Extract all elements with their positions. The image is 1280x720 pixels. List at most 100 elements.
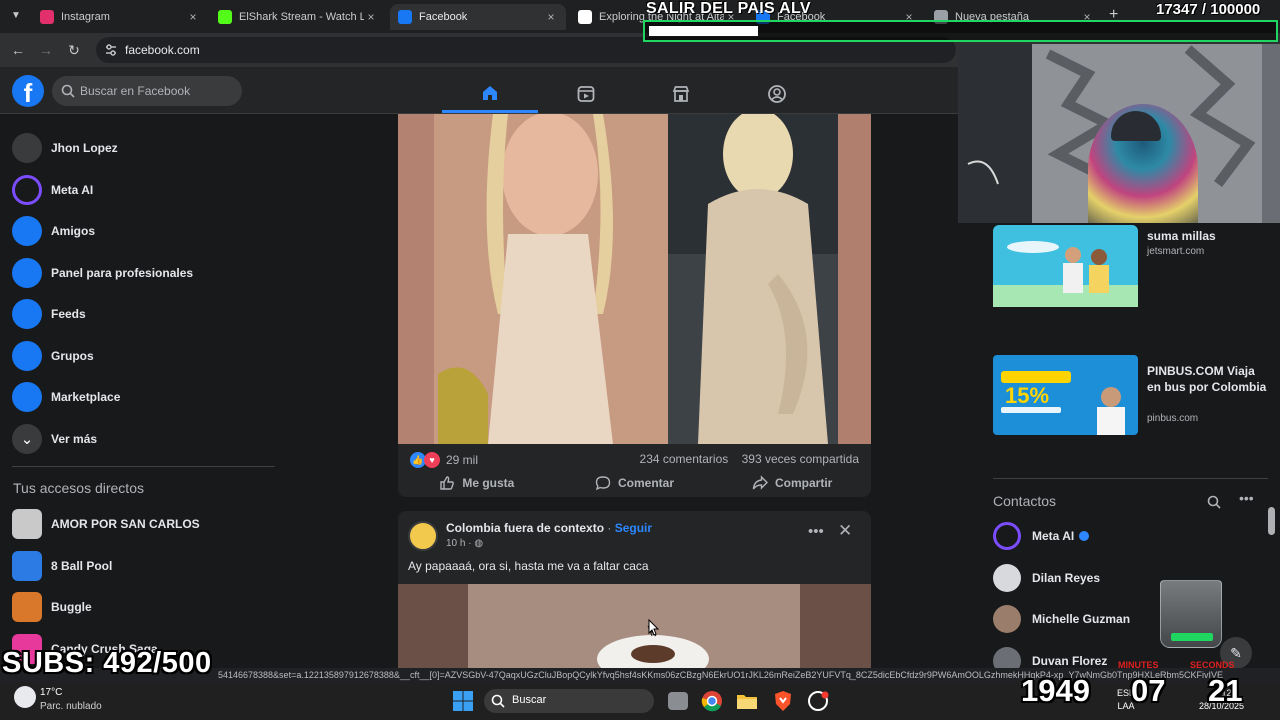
sidebar-item[interactable]: Feeds [0,294,290,334]
facebook-logo[interactable]: f [12,75,44,108]
sidebar-item[interactable]: ⌄ Ver más [0,419,290,459]
reaction-count: 29 mil [446,453,479,467]
browser-tab[interactable]: Facebook × [390,4,566,30]
search-icon [491,694,505,708]
video-icon [577,86,595,102]
shortcut-label: Buggle [51,600,92,614]
back-button[interactable]: ← [9,41,27,59]
search-placeholder: Buscar en Facebook [80,84,191,98]
contact-avatar [993,605,1021,633]
follow-button[interactable]: Seguir [615,521,652,535]
shortcut-icon [12,550,42,581]
tab-search-button[interactable]: ▼ [6,6,26,26]
nav-marketplace[interactable] [633,75,729,113]
scrollbar-thumb[interactable] [1268,507,1275,535]
comment-button[interactable]: Comentar [556,472,714,494]
nav-profile[interactable] [729,75,825,113]
groups-icon [12,340,42,371]
page-avatar[interactable] [408,521,438,551]
tab-label: Instagram [61,11,110,23]
profile-icon [768,85,786,103]
brave-icon[interactable] [772,690,794,712]
forward-button[interactable]: → [37,41,55,59]
shortcuts-heading: Tus accesos directos [13,480,144,496]
shortcut-item[interactable]: 8 Ball Pool [0,546,290,586]
contacts-heading: Contactos [993,493,1057,509]
site-settings-icon[interactable] [104,43,118,57]
sidebar-item[interactable]: Meta AI [0,170,290,210]
windows-start-icon[interactable] [452,690,474,712]
author-separator: · [604,521,615,535]
close-post-button[interactable]: ✕ [838,521,852,541]
contact-item[interactable]: Dilan Reyes [993,560,1100,596]
taskbar-search-label: Buscar [512,694,547,706]
taskbar-search[interactable]: Buscar [484,689,654,713]
post-author[interactable]: Colombia fuera de contexto [446,521,604,535]
comment-icon [595,476,611,491]
post-image[interactable] [398,584,871,671]
sidebar-item-label: Ver más [51,431,98,446]
home-icon [483,85,497,100]
search-icon[interactable] [1207,495,1221,509]
weather-icon[interactable] [14,686,36,708]
sponsored-ad[interactable]: 15% PINBUS.COM Viaja en bus por Colombia… [993,355,1280,439]
ad-banner-text: 15% [1005,383,1049,408]
weather-temperature[interactable]: 17°C [40,687,62,698]
feed-post: 👍 ♥ 29 mil 234 comentarios 393 veces com… [398,114,871,497]
contact-name: Duvan Florez [1032,653,1108,668]
sidebar-item[interactable]: Amigos [0,211,290,251]
reaction-summary[interactable]: 👍 ♥ 29 mil [410,451,478,469]
like-button[interactable]: Me gusta [398,472,556,494]
ad-image[interactable]: 15% [993,355,1138,437]
close-tab-icon[interactable]: × [544,10,558,24]
globe-icon: ◍ [474,538,484,549]
shortcut-item[interactable]: AMOR POR SAN CARLOS [0,504,290,544]
weather-condition[interactable]: Parc. nublado [40,701,102,712]
tab-label: Facebook [419,11,468,23]
post-timestamp[interactable]: 10 h · ◍ [446,538,483,549]
ad-image[interactable] [993,225,1138,307]
user-avatar [12,133,42,163]
post-image[interactable] [398,114,871,444]
post-header: Colombia fuera de contexto · Seguir [446,521,652,535]
tab-favicon-icon [40,10,54,24]
shortcut-label: 8 Ball Pool [51,558,113,573]
app-notification-icon[interactable] [807,690,829,712]
sidebar-item-label: Panel para profesionales [51,265,194,280]
file-explorer-icon[interactable] [736,690,758,712]
close-tab-icon[interactable]: × [364,10,378,24]
share-button[interactable]: Compartir [713,472,871,494]
shortcut-item[interactable]: Buggle [0,587,290,627]
close-tab-icon[interactable]: × [186,10,200,24]
contact-name: Meta AI [1032,529,1075,543]
reload-button[interactable]: ↻ [65,41,83,59]
facebook-search[interactable]: Buscar en Facebook [52,76,242,106]
marketplace-icon [12,382,42,412]
sponsored-ad[interactable]: suma millas jetsmart.com [993,225,1280,309]
sidebar-item[interactable]: Grupos [0,336,290,376]
sidebar-item[interactable]: Jhon Lopez [0,128,290,168]
goal-current: 17347 [1156,1,1198,18]
contact-item[interactable]: Michelle Guzman [993,601,1130,637]
sidebar-item[interactable]: Marketplace [0,377,290,417]
more-options-icon[interactable]: ••• [1239,490,1254,506]
browser-tab[interactable]: Instagram × [32,4,208,30]
task-view-icon[interactable] [668,692,688,710]
comment-count[interactable]: 234 comentarios [640,452,729,466]
chrome-icon[interactable] [701,690,723,712]
sidebar-divider [12,466,275,467]
sidebar-item[interactable]: Panel para profesionales [0,253,290,293]
share-count[interactable]: 393 veces compartida [742,452,859,466]
stream-goal-bar [643,20,1278,42]
ad-title: PINBUS.COM Viaja en bus por Colombia [1147,364,1267,394]
contacts-divider [993,478,1268,479]
nav-video[interactable] [538,75,634,113]
browser-tab[interactable]: ElShark Stream - Watch Live× [210,4,386,30]
news-feed: 👍 ♥ 29 mil 234 comentarios 393 veces com… [300,114,958,671]
contact-item[interactable]: Meta AI [993,518,1090,554]
nav-home[interactable] [442,75,538,113]
more-options-button[interactable]: ••• [808,523,824,540]
webcam-overlay [958,44,1280,223]
url-text: facebook.com [125,43,200,57]
meta-ai-icon [12,174,42,205]
